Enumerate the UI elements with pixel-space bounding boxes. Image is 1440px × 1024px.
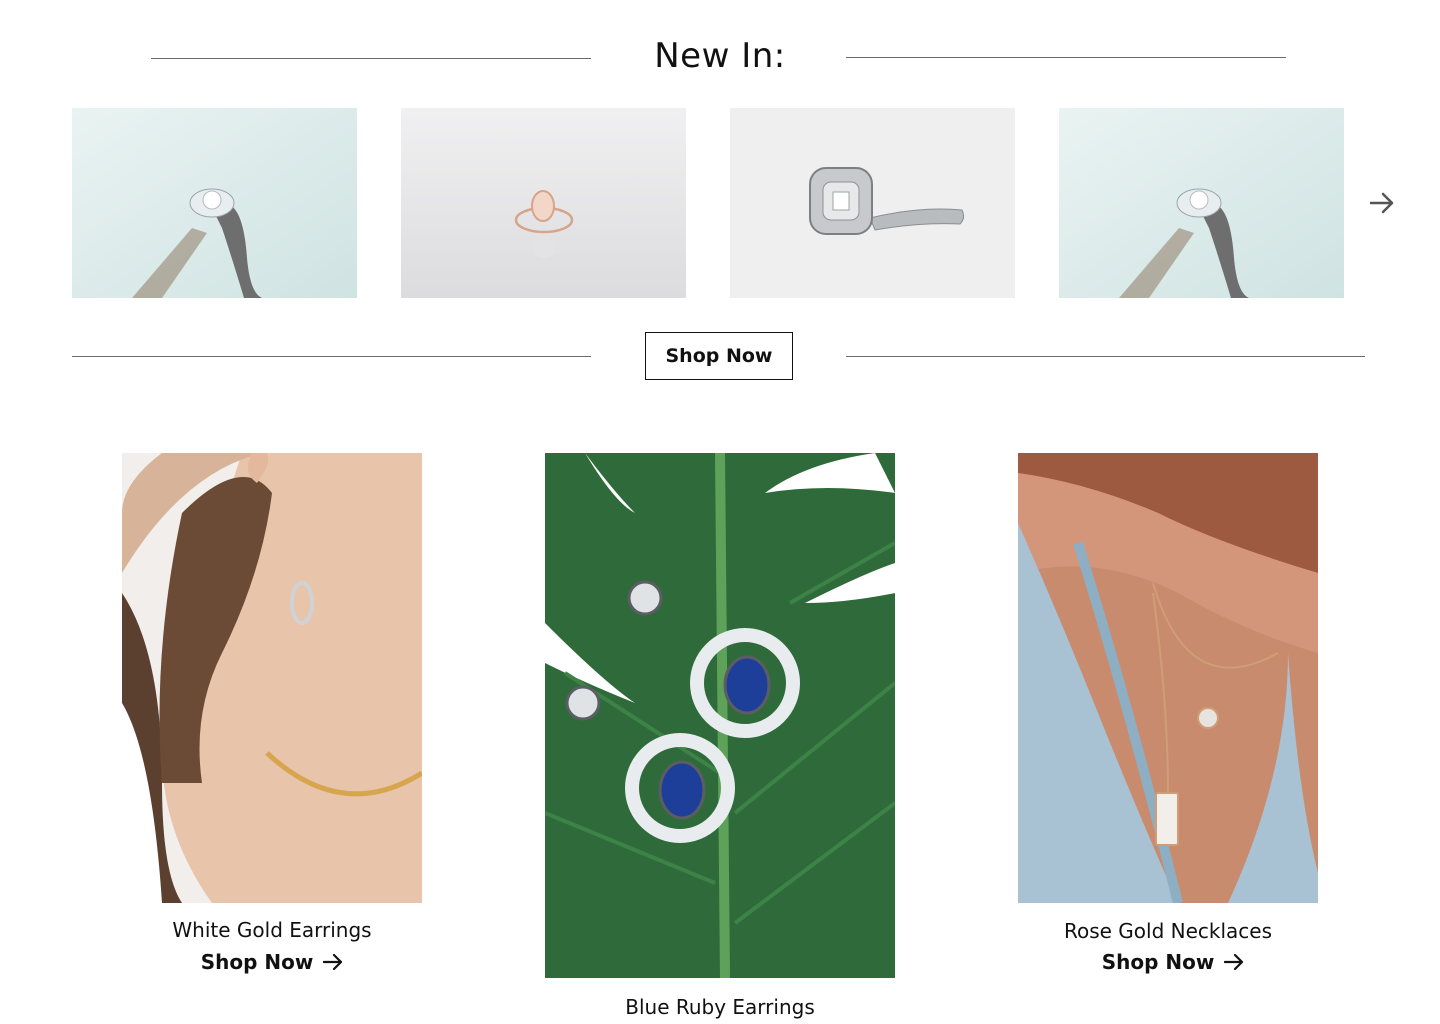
product-thumb-rose-gold-ring[interactable]: [401, 108, 686, 298]
divider-right: [846, 57, 1286, 58]
product-thumb-cushion-halo-ring[interactable]: [730, 108, 1015, 298]
arrow-right-icon: [1224, 953, 1244, 971]
arrow-right-icon: [323, 953, 343, 971]
carousel-next-button[interactable]: [1366, 188, 1398, 218]
shop-now-label: Shop Now: [200, 950, 314, 974]
leaf-earrings-photo: [545, 453, 895, 978]
ring-photo: [401, 108, 686, 298]
page: New In: Shop Now White Gold Earrings Sho…: [0, 0, 1440, 1024]
shop-now-button[interactable]: Shop Now: [645, 332, 793, 380]
category-title: Rose Gold Necklaces: [1063, 919, 1273, 943]
section-title: New In:: [654, 36, 786, 76]
product-thumb-solitaire-ring[interactable]: [1059, 108, 1344, 298]
category-image-rose-gold-necklaces[interactable]: [1018, 453, 1318, 903]
category-image-blue-ruby-earrings[interactable]: [545, 453, 895, 978]
ring-photo: [72, 108, 357, 298]
divider-left: [151, 58, 591, 59]
shop-now-label: Shop Now: [1101, 950, 1215, 974]
category-shop-now-link[interactable]: Shop Now: [1018, 950, 1328, 974]
divider-right: [846, 356, 1365, 357]
category-image-white-gold-earrings[interactable]: [122, 453, 422, 903]
ring-photo: [1059, 108, 1344, 298]
divider-left: [72, 356, 591, 357]
arrow-right-icon: [1369, 192, 1394, 214]
product-thumb-solitaire-ring[interactable]: [72, 108, 357, 298]
earring-model-photo: [122, 453, 422, 903]
category-title: White Gold Earrings: [172, 918, 372, 942]
category-shop-now-link[interactable]: Shop Now: [122, 950, 422, 974]
category-title: Blue Ruby Earrings: [625, 995, 815, 1019]
necklace-model-photo: [1018, 453, 1318, 903]
ring-photo: [730, 108, 1015, 298]
